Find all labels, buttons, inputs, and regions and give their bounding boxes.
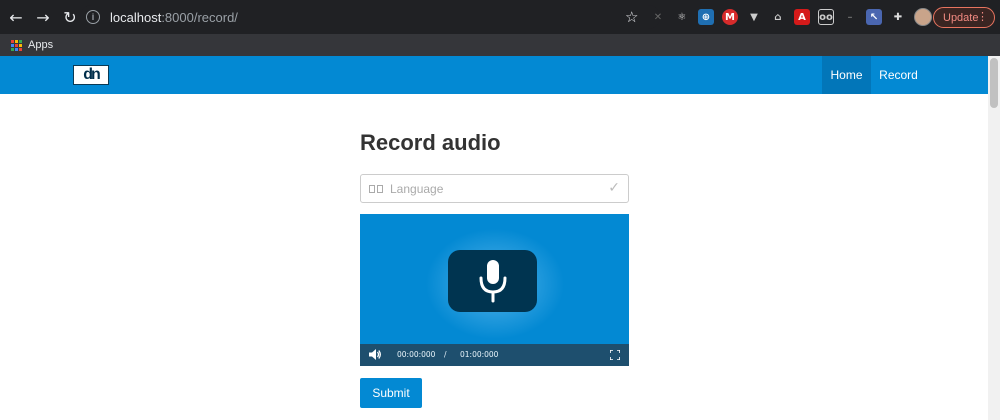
browser-toolbar: ← → ↻ i localhost:8000/record/ ☆ ✕ ⚛ ⊕ M… bbox=[0, 0, 1000, 34]
url-path: :8000/record/ bbox=[161, 9, 238, 25]
audio-recorder: 00:00:000 / 01:00:000 bbox=[360, 214, 629, 366]
back-icon[interactable]: ← bbox=[5, 6, 27, 28]
extension-camera-icon[interactable]: oo bbox=[818, 9, 834, 25]
extension-x-icon[interactable]: ✕ bbox=[650, 9, 666, 25]
url-host: localhost bbox=[110, 9, 162, 25]
nav-home-link[interactable]: Home bbox=[822, 56, 871, 94]
language-input[interactable] bbox=[390, 178, 600, 200]
menu-dots-icon: ⋮ bbox=[977, 11, 988, 23]
language-field[interactable]: ✓ bbox=[360, 174, 629, 203]
forward-icon[interactable]: → bbox=[32, 6, 54, 28]
info-icon[interactable]: i bbox=[86, 10, 100, 24]
site-navbar: dn Home Record bbox=[0, 56, 988, 94]
update-label: Update bbox=[943, 11, 979, 24]
fullscreen-icon[interactable] bbox=[610, 350, 620, 360]
record-button[interactable] bbox=[448, 250, 537, 312]
page-title: Record audio bbox=[360, 130, 501, 155]
page-scrollbar[interactable] bbox=[988, 56, 1000, 420]
extension-dash-icon[interactable]: – bbox=[842, 9, 858, 25]
address-bar[interactable]: i localhost:8000/record/ ☆ bbox=[80, 5, 660, 29]
extension-cursor-icon[interactable]: ↖ bbox=[866, 9, 882, 25]
url-text: localhost:8000/record/ bbox=[110, 10, 238, 25]
avatar[interactable] bbox=[914, 8, 932, 26]
reload-icon[interactable]: ↻ bbox=[59, 6, 81, 28]
home-icon[interactable]: ⌂ bbox=[770, 9, 786, 25]
apps-bookmark-label[interactable]: Apps bbox=[28, 39, 53, 51]
microphone-icon bbox=[479, 260, 506, 303]
pdf-icon[interactable]: A bbox=[794, 9, 810, 25]
check-icon: ✓ bbox=[608, 180, 620, 196]
language-icon bbox=[369, 185, 383, 193]
react-icon[interactable]: ⚛ bbox=[674, 9, 690, 25]
bookmark-star-icon[interactable]: ☆ bbox=[625, 8, 638, 26]
volume-icon[interactable] bbox=[369, 349, 381, 360]
apps-grid-icon[interactable] bbox=[11, 39, 22, 51]
site-logo[interactable]: dn bbox=[73, 65, 109, 85]
current-time: 00:00:000 bbox=[397, 350, 436, 359]
scrollbar-thumb[interactable] bbox=[990, 58, 998, 108]
total-time: 01:00:000 bbox=[460, 350, 499, 359]
player-controls: 00:00:000 / 01:00:000 bbox=[360, 344, 629, 366]
vue-icon[interactable]: ▼ bbox=[746, 9, 762, 25]
nav-record-link[interactable]: Record bbox=[871, 56, 926, 94]
puzzle-icon[interactable]: ✚ bbox=[890, 9, 906, 25]
extension-m-icon[interactable]: M bbox=[722, 9, 738, 25]
time-separator: / bbox=[444, 350, 447, 359]
bookmarks-bar: Apps bbox=[0, 34, 1000, 56]
extensions-area: ✕ ⚛ ⊕ M ▼ ⌂ A oo – ↖ ✚ bbox=[650, 8, 936, 26]
extension-blue-icon[interactable]: ⊕ bbox=[698, 9, 714, 25]
logo-text: dn bbox=[83, 66, 100, 83]
submit-button[interactable]: Submit bbox=[360, 378, 422, 408]
update-button[interactable]: Update ⋮ bbox=[933, 7, 995, 28]
